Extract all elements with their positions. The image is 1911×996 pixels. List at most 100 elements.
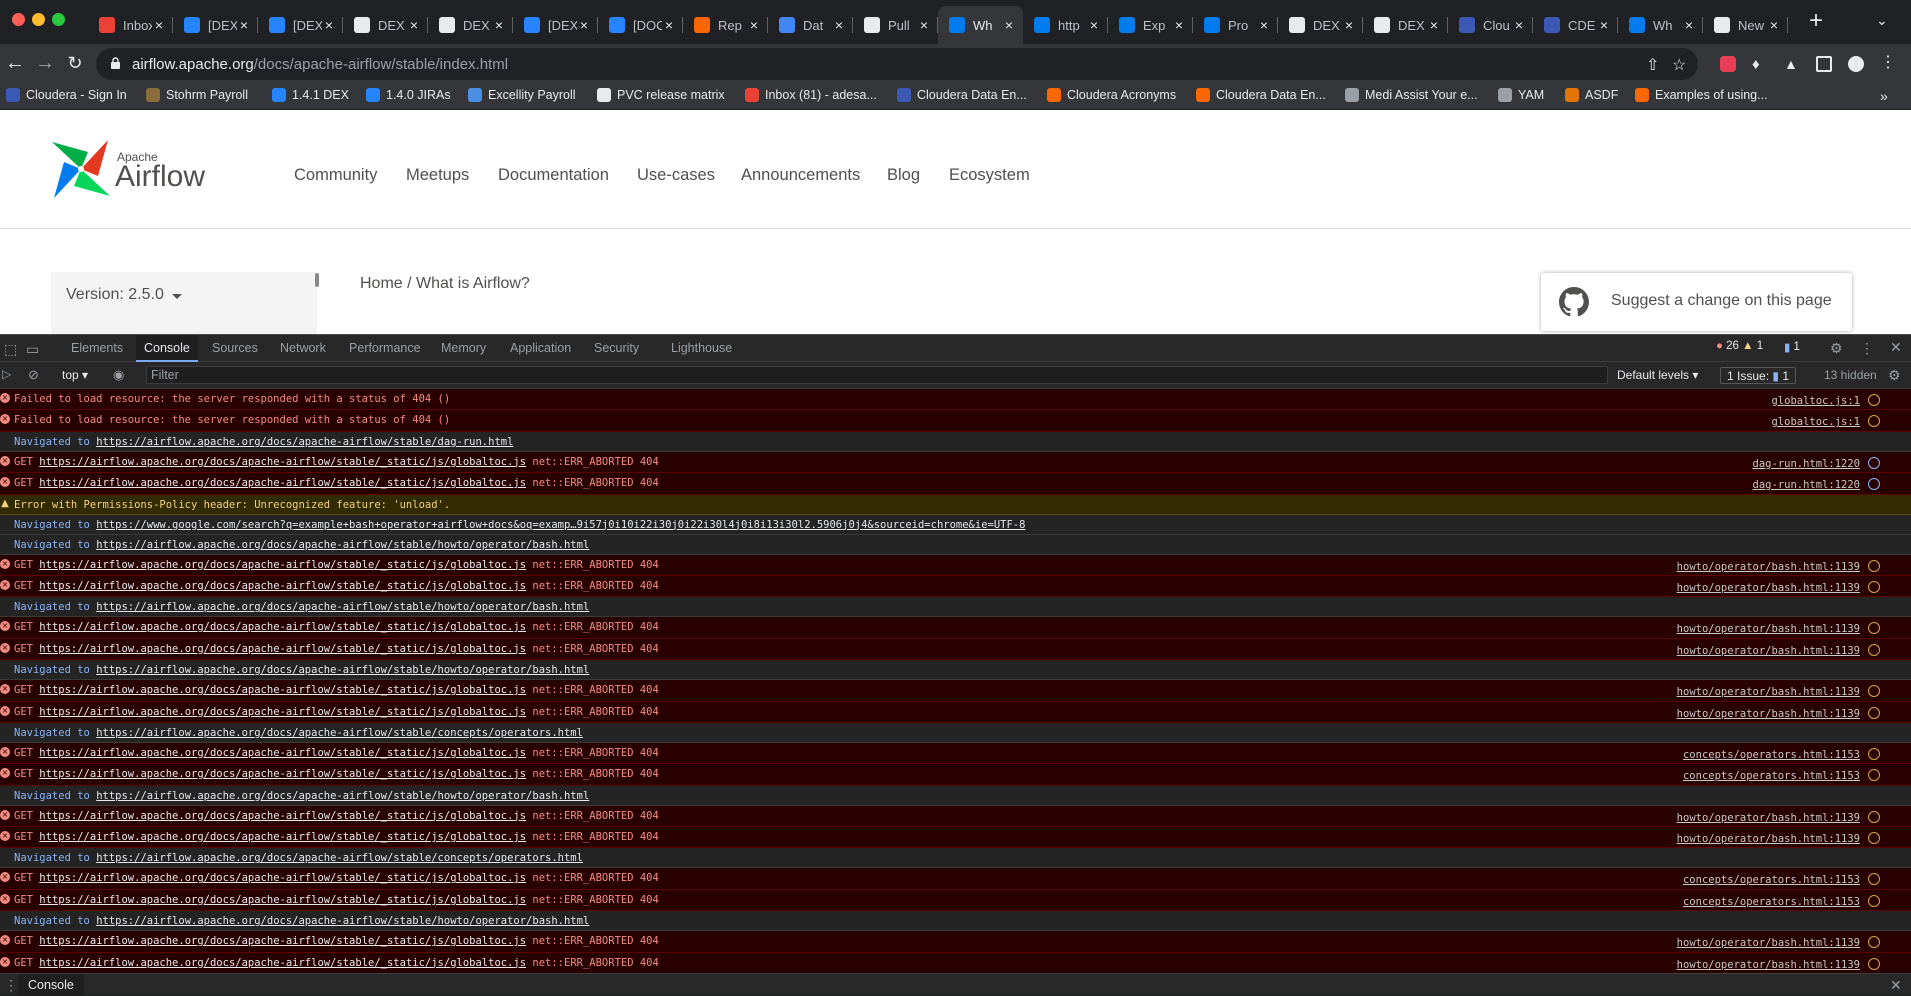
console-message-row[interactable]: × Failed to load resource: the server res… [0,389,1911,411]
bookmark-item[interactable]: PVC release matrix [597,88,725,102]
navigated-url-link[interactable]: https://airflow.apache.org/docs/apache-a… [96,790,589,802]
close-tab-icon[interactable]: × [322,17,336,33]
source-link[interactable]: howto/operator/bash.html:1139 [1677,812,1860,824]
browser-tab[interactable]: [DEX × [173,6,258,44]
browser-tab[interactable]: DEX × [428,6,513,44]
version-selector[interactable]: Version: 2.5.0 [51,272,317,334]
console-message-row[interactable]: Navigated to https://airflow.apache.org/… [0,722,1911,743]
bookmark-item[interactable]: Inbox (81) - adesa... [745,88,877,102]
close-tab-icon[interactable]: × [832,17,846,33]
extension-icon[interactable] [1720,56,1736,72]
source-link[interactable]: concepts/operators.html:1153 [1683,749,1860,761]
open-source-icon[interactable] [1868,478,1880,491]
message-count-badge[interactable]: ▮ 1 [1784,340,1800,354]
request-url-link[interactable]: https://airflow.apache.org/docs/apache-a… [39,894,526,906]
navigated-url-link[interactable]: https://airflow.apache.org/docs/apache-a… [96,664,589,676]
bookmark-item[interactable]: 1.4.1 DEX [272,88,349,102]
url-text[interactable]: airflow.apache.org/docs/apache-airflow/s… [132,56,508,73]
console-message-row[interactable]: Navigated to https://airflow.apache.org/… [0,848,1911,869]
tab-lighthouse[interactable]: Lighthouse [663,335,740,362]
request-url-link[interactable]: https://airflow.apache.org/docs/apache-a… [39,810,526,822]
console-message-row[interactable]: × GET https://airflow.apache.org/docs/apa… [0,805,1911,828]
console-message-row[interactable]: × GET https://airflow.apache.org/docs/apa… [0,764,1911,786]
settings-gear-icon[interactable]: ⚙ [1830,340,1843,357]
open-source-icon[interactable] [1868,873,1880,886]
close-tab-icon[interactable]: × [492,17,506,33]
source-link[interactable]: dag-run.html:1220 [1753,458,1860,470]
open-source-icon[interactable] [1868,394,1880,406]
source-link[interactable]: concepts/operators.html:1153 [1683,770,1860,782]
tab-performance[interactable]: Performance [341,335,429,362]
side-panel-icon[interactable] [1816,56,1832,72]
browser-tab[interactable]: [DEX × [513,6,598,44]
airflow-logo-icon[interactable] [50,138,112,200]
browser-tab[interactable]: DEX × [1278,6,1363,44]
browser-menu-icon[interactable]: ⋮ [1880,52,1896,71]
source-link[interactable]: howto/operator/bash.html:1139 [1677,645,1860,657]
source-link[interactable]: howto/operator/bash.html:1139 [1677,623,1860,635]
open-source-icon[interactable] [1868,769,1880,782]
close-tab-icon[interactable]: × [1427,17,1441,33]
nav-documentation[interactable]: Documentation [498,166,609,185]
source-link[interactable]: howto/operator/bash.html:1139 [1677,561,1860,573]
close-tab-icon[interactable]: × [1172,17,1186,33]
open-source-icon[interactable] [1868,747,1880,760]
bookmark-item[interactable]: ASDF [1565,88,1618,102]
bookmark-item[interactable]: Cloudera Data En... [1196,88,1326,102]
close-tab-icon[interactable]: × [662,17,676,33]
lock-icon[interactable] [110,57,121,69]
browser-tab[interactable]: Inbox × [88,6,173,44]
console-message-row[interactable]: × GET https://airflow.apache.org/docs/apa… [0,575,1911,598]
drawer-tab-console[interactable]: Console [18,974,84,996]
console-message-row[interactable]: × GET https://airflow.apache.org/docs/apa… [0,868,1911,890]
browser-tab[interactable]: New × [1703,6,1788,44]
open-source-icon[interactable] [1868,456,1880,469]
request-url-link[interactable]: https://airflow.apache.org/docs/apache-a… [39,831,526,843]
nav-ecosystem[interactable]: Ecosystem [949,166,1030,185]
maximize-window-button[interactable] [52,13,65,26]
console-message-row[interactable]: × GET https://airflow.apache.org/docs/apa… [0,554,1911,576]
more-options-icon[interactable]: ⋮ [1860,340,1874,357]
console-message-row[interactable]: Navigated to https://airflow.apache.org/… [0,785,1911,806]
source-link[interactable]: howto/operator/bash.html:1139 [1677,833,1860,845]
device-toolbar-icon[interactable]: ▭ [26,341,39,358]
console-message-row[interactable]: × GET https://airflow.apache.org/docs/apa… [0,680,1911,702]
close-drawer-icon[interactable]: ✕ [1890,977,1902,994]
address-bar[interactable]: airflow.apache.org/docs/apache-airflow/s… [96,48,1698,80]
close-tab-icon[interactable]: × [1682,17,1696,33]
request-url-link[interactable]: https://airflow.apache.org/docs/apache-a… [39,477,526,489]
console-settings-gear-icon[interactable]: ⚙ [1888,367,1901,384]
share-icon[interactable]: ⇧ [1646,55,1659,75]
request-url-link[interactable]: https://airflow.apache.org/docs/apache-a… [39,768,526,780]
navigated-url-link[interactable]: https://airflow.apache.org/docs/apache-a… [96,727,583,739]
source-link[interactable]: globaltoc.js:1 [1771,395,1860,407]
open-source-icon[interactable] [1868,580,1880,593]
context-selector[interactable]: top ▾ [62,368,88,382]
tab-application[interactable]: Application [502,335,579,362]
console-message-row[interactable]: × GET https://airflow.apache.org/docs/apa… [0,827,1911,849]
forward-button[interactable]: → [30,48,60,78]
nav-community[interactable]: Community [294,166,377,185]
request-url-link[interactable]: https://airflow.apache.org/docs/apache-a… [39,706,526,718]
browser-tab[interactable]: [DOC × [598,6,683,44]
tab-elements[interactable]: Elements [63,335,131,362]
live-expression-eye-icon[interactable]: ◉ [113,367,124,383]
close-tab-icon[interactable]: × [1767,17,1781,33]
inspect-element-icon[interactable]: ⬚ [4,341,17,358]
browser-tab[interactable]: Dat × [768,6,853,44]
source-link[interactable]: howto/operator/bash.html:1139 [1677,959,1860,971]
close-window-button[interactable] [12,13,25,26]
bookmark-item[interactable]: 1.4.0 JIRAs [366,88,451,102]
suggest-change-button[interactable]: Suggest a change on this page [1541,273,1852,331]
console-message-row[interactable]: Navigated to https://airflow.apache.org/… [0,534,1911,555]
open-source-icon[interactable] [1868,643,1880,656]
browser-tab[interactable]: Wh × [938,6,1023,44]
minimize-window-button[interactable] [32,13,45,26]
close-devtools-icon[interactable]: ✕ [1890,339,1902,356]
source-link[interactable]: howto/operator/bash.html:1139 [1677,937,1860,949]
open-source-icon[interactable] [1868,936,1880,949]
console-message-row[interactable]: × Failed to load resource: the server res… [0,410,1911,432]
nav-blog[interactable]: Blog [887,166,920,185]
close-tab-icon[interactable]: × [1342,17,1356,33]
extensions-puzzle-icon[interactable]: ♦ [1752,56,1768,73]
